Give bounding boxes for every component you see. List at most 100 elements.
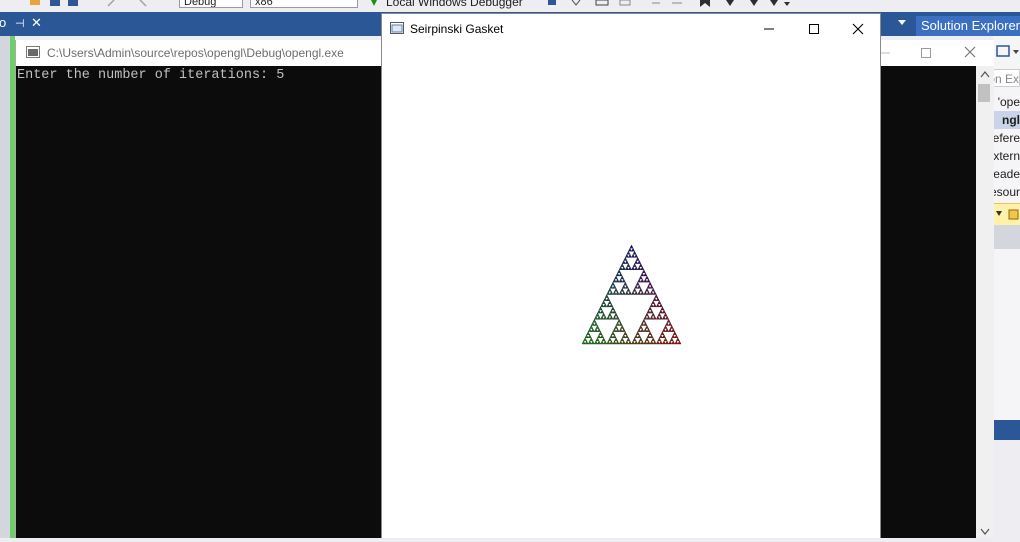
- gasket-triangle: [608, 300, 612, 304]
- gasket-triangle: [637, 284, 642, 289]
- gasket-triangle: [601, 337, 606, 342]
- gasket-triangle: [646, 328, 651, 332]
- solution-explorer-panel: on Ex 'ope ngl efere xtern leade esour: [993, 36, 1020, 538]
- gasket-canvas: [382, 44, 880, 539]
- gasket-triangle: [665, 328, 669, 332]
- se-toolbar-icon[interactable]: [993, 44, 1020, 58]
- gasket-triangle: [662, 334, 666, 338]
- gasket-triangle: [614, 337, 618, 342]
- gasket-triangle: [640, 321, 645, 326]
- gasket-triangle: [637, 340, 642, 345]
- gasket-triangle: [583, 337, 587, 342]
- scrollbar-thumb[interactable]: [978, 84, 990, 102]
- gasket-triangle: [598, 331, 603, 335]
- console-scrollbar[interactable]: [976, 66, 994, 538]
- se-item-references[interactable]: efere: [993, 129, 1020, 147]
- gasket-triangle: [590, 340, 595, 345]
- gasket-triangle: [618, 278, 623, 283]
- gasket-triangle: [663, 337, 668, 342]
- minimize-button[interactable]: [745, 14, 791, 44]
- se-item-resources[interactable]: esour: [993, 183, 1020, 201]
- gasket-triangle: [581, 340, 586, 345]
- gasket-triangle: [646, 340, 651, 345]
- undo-redo-icons[interactable]: [104, 0, 154, 7]
- gasket-triangle: [651, 337, 655, 342]
- gasket-triangle: [649, 309, 654, 314]
- gasket-triangle: [617, 269, 621, 274]
- gasket-triangle: [603, 303, 608, 308]
- close-button[interactable]: [834, 14, 880, 44]
- se-search-input[interactable]: on Ex: [993, 69, 1020, 87]
- gasket-triangle: [637, 278, 642, 283]
- gasket-triangle: [662, 340, 666, 345]
- se-item-external[interactable]: xtern: [993, 147, 1020, 165]
- run-debugger-button[interactable]: Local Windows Debugger: [386, 0, 523, 9]
- gasket-triangle: [617, 318, 621, 323]
- gasket-triangle: [638, 325, 643, 329]
- gasket-triangle: [643, 315, 648, 320]
- gasket-triangle: [655, 315, 660, 320]
- gasket-triangle: [603, 297, 608, 301]
- se-properties-bar[interactable]: [993, 203, 1020, 226]
- gasket-triangle: [609, 303, 614, 308]
- document-tab[interactable]: o ⊣ ✕: [0, 12, 48, 36]
- gasket-triangle: [603, 315, 608, 320]
- gasket-triangle: [634, 253, 638, 258]
- se-item-solution[interactable]: 'ope: [993, 93, 1020, 111]
- gasket-triangle: [606, 340, 611, 345]
- close-icon[interactable]: [963, 45, 977, 59]
- toolbar-misc-icons[interactable]: [544, 0, 640, 7]
- gasket-triangle: [665, 315, 669, 320]
- gasket-triangle: [626, 263, 631, 267]
- comment-icons[interactable]: [650, 0, 690, 7]
- play-icon[interactable]: [370, 0, 378, 7]
- gasket-triangle: [597, 334, 601, 338]
- gasket-triangle: [638, 263, 643, 267]
- chevron-down-icon[interactable]: [897, 18, 907, 26]
- close-tab-icon[interactable]: ✕: [31, 15, 42, 31]
- gasket-triangle: [646, 284, 651, 289]
- pin-icon[interactable]: ⊣: [15, 17, 25, 30]
- scroll-down-icon[interactable]: [980, 528, 990, 536]
- maximize-button[interactable]: [790, 14, 836, 44]
- gasket-triangle: [649, 315, 654, 320]
- gasket-triangle: [640, 328, 645, 332]
- gasket-triangle: [657, 337, 662, 342]
- gasket-triangle: [587, 334, 592, 338]
- gasket-window[interactable]: Seirpinski Gasket: [381, 13, 881, 538]
- gasket-triangle: [660, 331, 665, 335]
- maximize-icon[interactable]: [919, 46, 933, 60]
- gasket-triangle: [652, 303, 657, 308]
- gasket-triangle: [663, 325, 668, 329]
- gasket-triangle: [612, 291, 617, 295]
- gasket-triangle: [652, 291, 657, 295]
- config-combo[interactable]: Debug: [179, 0, 243, 8]
- gasket-triangle: [637, 260, 642, 264]
- gasket-triangle: [657, 312, 662, 317]
- bookmark-icons[interactable]: [696, 0, 792, 7]
- scroll-up-icon[interactable]: [980, 70, 990, 78]
- gasket-triangle: [635, 281, 640, 286]
- gasket-triangle: [628, 291, 632, 295]
- gasket-triangle: [637, 291, 642, 295]
- gasket-triangle: [615, 272, 620, 277]
- se-item-headers[interactable]: leade: [993, 165, 1020, 183]
- gasket-triangle: [663, 312, 668, 317]
- gasket-triangle: [662, 328, 666, 332]
- gasket-titlebar[interactable]: Seirpinski Gasket: [382, 14, 880, 44]
- gasket-triangle: [612, 309, 617, 314]
- gasket-triangle: [657, 300, 662, 304]
- toolbar-file-icons[interactable]: [30, 0, 82, 7]
- gasket-triangle: [629, 244, 634, 249]
- solution-explorer-tab[interactable]: Solution Explorer: [916, 16, 1020, 36]
- gasket-triangle: [632, 263, 637, 267]
- gasket-triangle: [612, 278, 617, 283]
- gasket-triangle: [671, 328, 676, 332]
- gasket-triangle: [615, 278, 620, 283]
- gasket-triangle: [648, 306, 652, 311]
- se-item-project[interactable]: ngl: [993, 111, 1020, 129]
- platform-combo[interactable]: x86: [250, 0, 358, 8]
- gasket-triangle: [620, 287, 625, 292]
- gasket-triangle: [620, 325, 625, 329]
- gasket-triangle: [626, 250, 631, 255]
